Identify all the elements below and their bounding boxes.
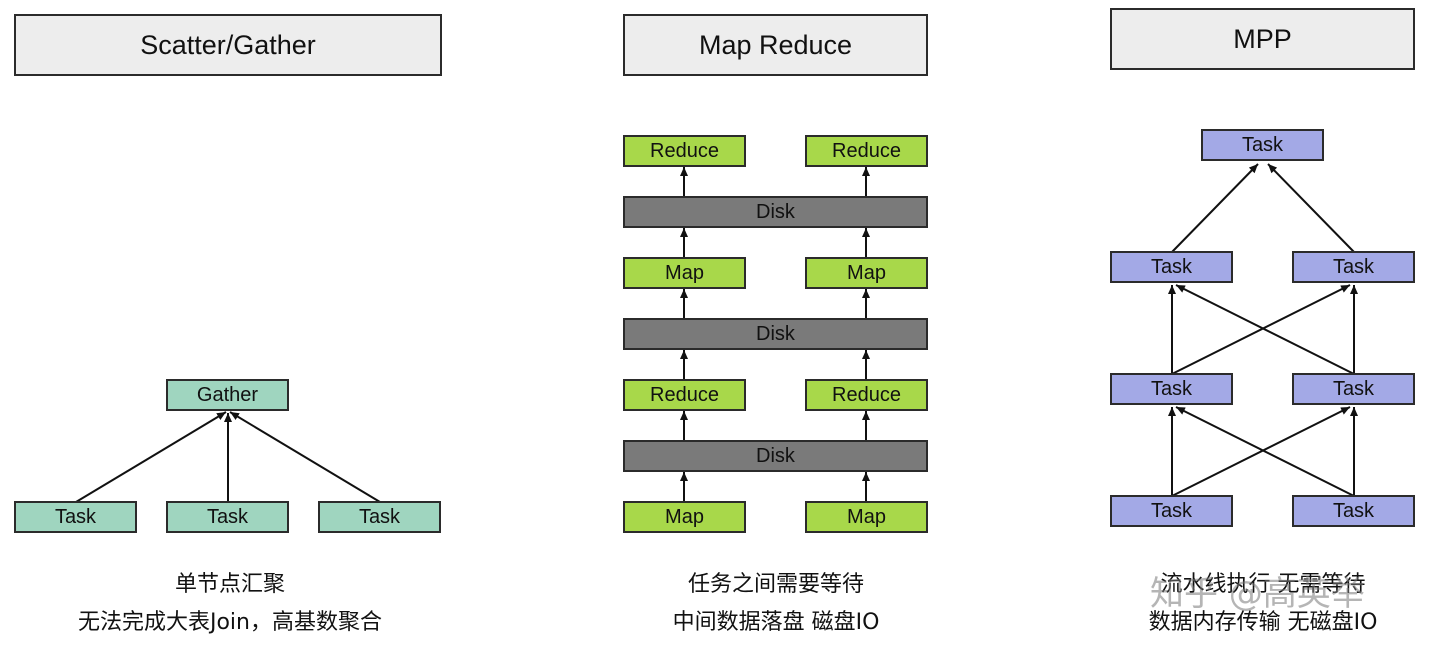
task-node: Task (1201, 129, 1324, 161)
task-node: Task (1292, 251, 1415, 283)
task-node: Task (1110, 495, 1233, 527)
edge-r3r-r2l (1175, 284, 1355, 375)
task-node: Task (1292, 373, 1415, 405)
task-node: Task (1110, 251, 1233, 283)
edge-r4l-r3r (1171, 406, 1351, 497)
watermark: 知乎 @高英举 (1150, 574, 1365, 614)
edge-r3l-r2r (1171, 284, 1351, 375)
task-node: Task (1292, 495, 1415, 527)
edge-r2r-top (1267, 163, 1355, 253)
edge-r2l-top (1171, 163, 1259, 253)
mpp-edges (1168, 163, 1358, 497)
task-node: Task (1110, 373, 1233, 405)
edge-r4r-r3l (1175, 406, 1355, 497)
mpp-panel: MPP Task Task Task Task Task Task Task 流… (0, 0, 1440, 648)
